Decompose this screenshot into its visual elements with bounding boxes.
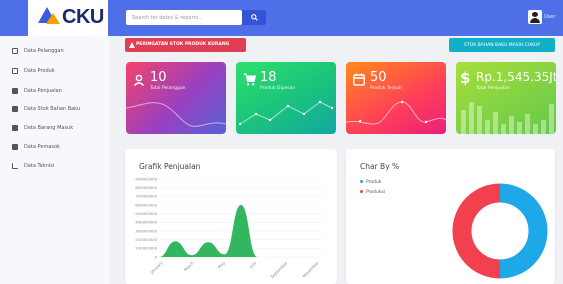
- sidebar-item-label: Data Teknisi: [24, 163, 55, 169]
- sparkline-bars: [461, 102, 554, 134]
- search-icon: [251, 14, 258, 21]
- sparkline: [238, 100, 334, 126]
- stat-card-produk-dipesan[interactable]: 18 Produk Dipesan: [236, 62, 336, 134]
- stat-card-produk-terjual[interactable]: 50 Produk Terjual: [346, 62, 446, 134]
- stat-caption: Total Penjualan: [476, 86, 510, 91]
- box-icon: [12, 68, 18, 74]
- sidebar-item-label: Data Barang Masuk: [24, 125, 74, 131]
- sidebar-item-data-barang-masuk[interactable]: Data Barang Masuk: [12, 123, 110, 135]
- logo-accent-icon: [46, 13, 60, 24]
- receipt-icon: [12, 88, 18, 94]
- inbox-icon: [12, 125, 18, 131]
- app-name: CKU: [62, 6, 104, 28]
- sparkline: [346, 100, 446, 125]
- x-tick-label: July: [248, 260, 258, 270]
- y-tick-label: 100000000: [135, 246, 157, 251]
- legend-dot-icon: [360, 190, 363, 193]
- truck-icon: [12, 144, 18, 150]
- cart-icon: [243, 73, 256, 86]
- stat-card-pelanggan[interactable]: 10 Total Pelanggan: [126, 62, 226, 134]
- user-icon: [133, 74, 145, 86]
- x-tick-label: November: [301, 260, 320, 279]
- sidebar-item-label: Data Pemasok: [24, 144, 60, 150]
- logo[interactable]: CKU: [28, 0, 108, 36]
- donut-slice-produk[interactable]: [499, 183, 548, 279]
- user-menu[interactable]: User: [528, 10, 562, 26]
- sidebar-item-label: Data Pelanggan: [24, 48, 64, 54]
- stat-value: Rp.1,545.35Jt: [476, 70, 556, 84]
- sidebar-item-data-teknisi[interactable]: Data Teknisi: [12, 161, 110, 173]
- stat-caption: Produk Terjual: [370, 86, 402, 91]
- sidebar-item-label: Data Produk: [24, 68, 55, 74]
- top-navbar: CKU Search for dates & reports... User: [0, 0, 563, 36]
- pie-chart-panel: Char By % Produk Produksi: [346, 149, 555, 284]
- y-tick-label: 900000000: [135, 176, 157, 181]
- legend-label: Produksi: [366, 190, 386, 195]
- chart-icon: [12, 163, 18, 169]
- sales-chart-panel: Grafik Penjualan 900000000 800000000 70000…: [125, 149, 337, 284]
- stock-warning-button[interactable]: PERINGATAN STOK PRODUK KURANG: [125, 38, 246, 52]
- stat-value: 50: [370, 70, 387, 85]
- stock-warning-label: PERINGATAN STOK PRODUK KURANG: [136, 42, 230, 47]
- stat-card-total-penjualan[interactable]: $ Rp.1,545.35Jt Total Penjualan: [456, 62, 556, 134]
- donut-slice-produksi[interactable]: [452, 183, 501, 279]
- sidebar-item-data-pelanggan[interactable]: Data Pelanggan: [12, 46, 110, 58]
- y-tick-label: 500000000: [135, 211, 157, 216]
- legend-item-produk[interactable]: Produk: [360, 180, 381, 185]
- sales-chart-title: Grafik Penjualan: [139, 162, 201, 171]
- legend-dot-icon: [360, 180, 363, 183]
- calendar-icon: [353, 73, 365, 86]
- sidebar-item-data-penjualan[interactable]: Data Penjualan: [12, 86, 110, 98]
- y-tick-label: 600000000: [135, 202, 157, 207]
- stat-caption: Total Pelanggan: [150, 86, 186, 91]
- y-tick-label: 300000000: [135, 228, 157, 233]
- sidebar: Data Pelanggan Data Produk Data Penjuala…: [0, 36, 110, 284]
- sparkline: [126, 102, 226, 127]
- legend-label: Produk: [366, 180, 382, 185]
- y-tick-label: 700000000: [135, 194, 157, 199]
- y-tick-label: 800000000: [135, 185, 157, 190]
- x-tick-label: January: [149, 260, 164, 275]
- sidebar-item-label: Data Penjualan: [24, 88, 62, 94]
- user-avatar-icon: [528, 10, 542, 24]
- x-tick-label: September: [269, 260, 288, 279]
- legend-item-produksi[interactable]: Produksi: [360, 190, 385, 195]
- sidebar-item-data-stok-bahan-baku[interactable]: Data Stok Bahan Baku: [12, 104, 110, 116]
- sidebar-item-label: Data Stok Bahan Baku: [24, 106, 81, 112]
- x-tick-label: March: [183, 260, 195, 272]
- raw-stock-status-label: STOK BAHAN BAKU MASIH CUKUP: [464, 42, 540, 48]
- sidebar-item-data-pemasok[interactable]: Data Pemasok: [12, 142, 110, 154]
- table-icon: [12, 48, 18, 54]
- pie-chart-title: Char By %: [360, 162, 400, 171]
- dollar-icon: $: [460, 69, 471, 87]
- warning-icon: [129, 42, 135, 48]
- donut-chart: [452, 183, 548, 279]
- sales-area-chart: 900000000 800000000 700000000 600000000 5000…: [135, 176, 323, 279]
- y-tick-label: 200000000: [135, 237, 157, 242]
- stat-value: 10: [150, 70, 167, 85]
- layers-icon: [12, 106, 18, 112]
- y-tick-label: 400000000: [135, 220, 157, 225]
- stat-value: 18: [260, 70, 277, 85]
- search-button[interactable]: [242, 10, 266, 25]
- x-tick-label: May: [217, 260, 227, 270]
- y-tick-label: 0: [155, 254, 158, 259]
- user-label: User: [544, 14, 556, 20]
- raw-stock-status-button[interactable]: STOK BAHAN BAKU MASIH CUKUP: [449, 38, 555, 52]
- sidebar-item-data-produk[interactable]: Data Produk: [12, 66, 110, 78]
- stat-caption: Produk Dipesan: [260, 86, 296, 91]
- search-input[interactable]: Search for dates & reports...: [126, 10, 242, 25]
